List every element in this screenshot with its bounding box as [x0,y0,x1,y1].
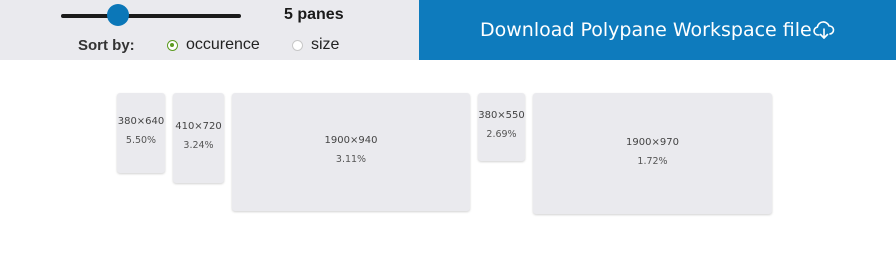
sort-occurence-radio[interactable] [167,40,178,51]
pane-count-slider-thumb[interactable] [107,4,129,26]
pane-dimensions: 380×550 [478,110,525,121]
pane-percentage: 1.72% [637,156,668,167]
pane-dimensions: 380×640 [117,116,165,127]
cloud-download-icon [813,21,835,39]
download-workspace-button[interactable]: Download Polypane Workspace file [419,0,896,60]
pane-percentage: 3.24% [183,140,214,151]
sort-occurence-label[interactable]: occurence [186,36,260,54]
sort-size-label[interactable]: size [311,36,339,54]
pane-dimensions: 1900×940 [324,135,378,146]
controls-panel: 5 panes Sort by: occurence size [0,0,419,60]
pane-count-label: 5 panes [284,6,344,23]
sort-size-radio[interactable] [292,40,303,51]
pane-percentage: 5.50% [125,135,157,146]
pane-item[interactable]: 380×640 5.50% [117,93,165,173]
pane-percentage: 3.11% [335,154,367,165]
pane-item[interactable]: 380×550 2.69% [478,93,525,161]
pane-dimensions: 1900×970 [626,137,679,148]
sort-by-label: Sort by: [78,37,135,54]
download-workspace-label: Download Polypane Workspace file [480,19,812,41]
pane-item[interactable]: 410×720 3.24% [173,93,224,183]
workspace-builder: 5 panes Sort by: occurence size Download… [0,0,896,265]
pane-dimensions: 410×720 [175,121,222,132]
pane-percentage: 2.69% [486,129,517,140]
pane-count-slider-track[interactable] [61,14,241,18]
pane-item[interactable]: 1900×940 3.11% [232,93,470,211]
pane-item[interactable]: 1900×970 1.72% [533,93,772,214]
